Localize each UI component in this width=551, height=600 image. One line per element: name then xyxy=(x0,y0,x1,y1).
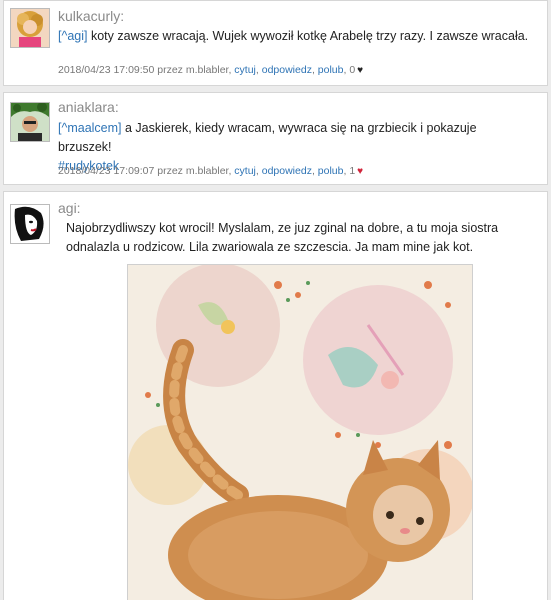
comment-meta: 2018/04/23 17:09:50 przez m.blabler, cyt… xyxy=(58,64,364,76)
reply-link[interactable]: odpowiedz xyxy=(262,165,312,177)
avatar[interactable] xyxy=(10,204,50,244)
comment-text: Najobrzydliwszy kot wrocil! Myslalam, ze… xyxy=(58,219,529,257)
timestamp: 2018/04/23 17:09:07 przez m.blabler, xyxy=(58,165,232,177)
timestamp: 2018/04/23 17:09:50 przez m.blabler, xyxy=(58,64,232,76)
username[interactable]: agi: xyxy=(58,200,81,216)
avatar[interactable] xyxy=(10,102,50,142)
comment-body: a Jaskierek, kiedy wracam, wywraca się n… xyxy=(58,121,477,154)
quote-link[interactable]: cytuj xyxy=(234,64,256,76)
heart-outline-icon: ♥ xyxy=(357,65,364,76)
heart-filled-icon: ♥ xyxy=(357,166,364,177)
like-count: 0 xyxy=(349,64,356,76)
mention-link[interactable]: [^agi] xyxy=(58,29,88,43)
like-link[interactable]: polub xyxy=(318,64,344,76)
comment-post: aniaklara: [^maalcem] a Jaskierek, kiedy… xyxy=(3,92,548,185)
avatar[interactable] xyxy=(10,8,50,48)
like-count: 1 xyxy=(349,165,356,177)
comment-body: koty zawsze wracają. Wujek wywoził kotkę… xyxy=(87,29,529,43)
comment-meta: 2018/04/23 17:09:07 przez m.blabler, cyt… xyxy=(58,165,364,177)
username[interactable]: kulkacurly: xyxy=(58,8,124,24)
comment-post: agi: Najobrzydliwszy kot wrocil! Myslala… xyxy=(3,191,548,600)
comment-body: Najobrzydliwszy kot wrocil! Myslalam, ze… xyxy=(66,221,499,254)
attached-photo[interactable] xyxy=(127,264,473,600)
quote-link[interactable]: cytuj xyxy=(234,165,256,177)
comment-text: [^agi] koty zawsze wracają. Wujek wywozi… xyxy=(58,27,529,46)
mention-link[interactable]: [^maalcem] xyxy=(58,121,122,135)
reply-link[interactable]: odpowiedz xyxy=(262,64,312,76)
comment-feed: kulkacurly: [^agi] koty zawsze wracają. … xyxy=(0,0,551,600)
like-link[interactable]: polub xyxy=(318,165,344,177)
comment-post: kulkacurly: [^agi] koty zawsze wracają. … xyxy=(3,0,548,86)
username[interactable]: aniaklara: xyxy=(58,99,119,115)
